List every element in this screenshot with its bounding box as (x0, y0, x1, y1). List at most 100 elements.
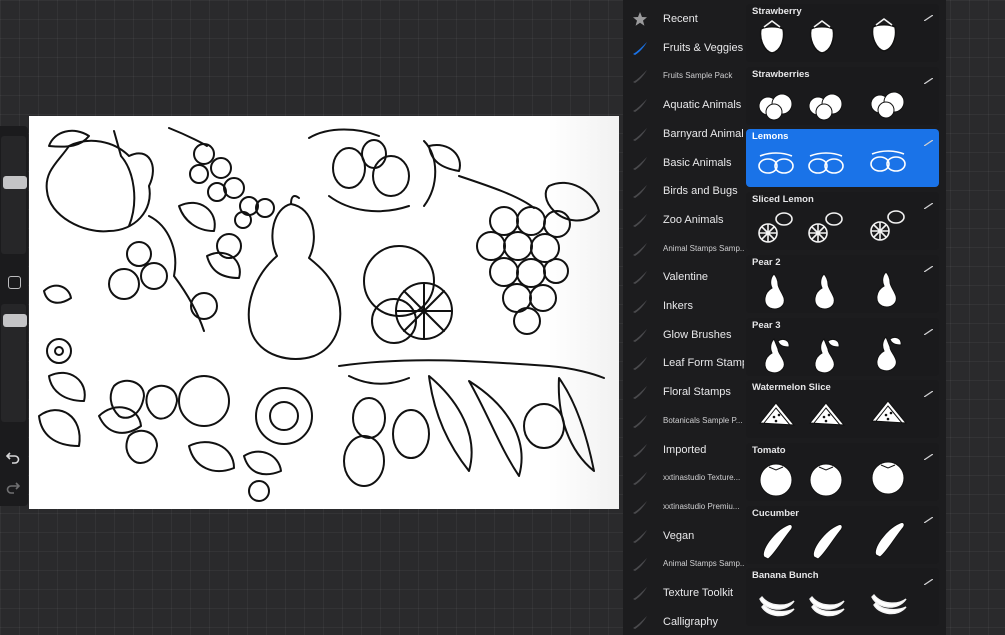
brush-set-label: Inkers (663, 300, 693, 312)
brush-set-item[interactable]: Recent (623, 5, 744, 33)
brush-set-item[interactable]: Fruits & Veggies (623, 34, 744, 62)
brush-stroke-icon (632, 126, 648, 142)
opacity-slider-thumb[interactable] (3, 314, 27, 327)
brush-set-item[interactable]: Barnyard Animals (623, 120, 744, 148)
brush-size-slider-track[interactable] (1, 136, 26, 254)
brush-stroke-icon (632, 97, 648, 113)
brush-stroke-icon (632, 327, 648, 343)
brush-set-item[interactable]: Birds and Bugs (623, 177, 744, 205)
brush-set-item[interactable]: Glow Brushes (623, 321, 744, 349)
brush-set-label: Valentine (663, 271, 709, 284)
undo-arrow-icon[interactable] (5, 450, 20, 466)
brush-stroke-icon (632, 155, 648, 171)
brush-size-slider-thumb[interactable] (3, 176, 27, 189)
brush-item[interactable]: Cucumber (746, 505, 939, 564)
brush-name: Cucumber (752, 507, 799, 519)
brush-stroke-icon (632, 269, 648, 285)
square-modify-icon[interactable] (8, 276, 21, 289)
brush-item[interactable]: Strawberry (746, 4, 939, 62)
brush-stroke-icon (923, 447, 934, 461)
brush-set-item[interactable]: Vegan (623, 522, 744, 550)
brush-set-label: Animal Stamps Samp... (663, 243, 744, 253)
brush-item[interactable]: Sliced Lemon (746, 192, 939, 251)
brush-set-item[interactable]: Floral Stamps (623, 378, 744, 406)
brush-set-label: Fruits & Veggies (663, 41, 744, 54)
brush-set-item[interactable]: Zoo Animals (623, 206, 744, 234)
brush-set-label: Imported (663, 443, 707, 456)
brush-stroke-icon (632, 40, 648, 56)
brush-set-item[interactable]: Basic Animals (623, 149, 744, 177)
brush-set-item[interactable]: Inkers (623, 292, 744, 320)
brush-set-label: Aquatic Animals (663, 99, 742, 112)
brush-name: Strawberries (752, 68, 810, 80)
brush-stroke-icon (632, 470, 648, 486)
brush-set-item[interactable]: Animal Stamps Samp... (623, 235, 744, 263)
brush-stroke-icon (923, 71, 934, 85)
brush-item[interactable]: Strawberries (746, 66, 939, 125)
brush-stroke-icon (632, 528, 648, 544)
brush-set-item[interactable]: Fruits Sample Pack (623, 62, 744, 90)
fruit-line-art (38, 127, 605, 502)
brush-item[interactable]: Tomato (746, 442, 939, 501)
brush-set-item[interactable]: Aquatic Animals (623, 91, 744, 119)
brush-name: Pear 3 (752, 319, 781, 331)
brush-stroke-icon (632, 499, 648, 515)
workspace-right-edge (946, 0, 1005, 635)
brush-stroke-icon (632, 68, 648, 84)
brushes-list: Strawberry Strawberries Lemons Sliced Lemon… (744, 0, 946, 635)
brush-set-label: xxtinastudio Premiu... (663, 501, 740, 511)
brush-set-item[interactable]: xxtinastudio Texture... (623, 464, 744, 492)
brush-name: Watermelon Slice (752, 382, 831, 394)
brush-stroke-icon (923, 8, 934, 22)
brush-set-item[interactable]: Imported (623, 436, 744, 464)
brush-stroke-icon (923, 384, 934, 398)
brush-set-label: Zoo Animals (663, 213, 724, 226)
brush-set-item[interactable]: Botanicals Sample P... (623, 407, 744, 435)
brush-set-label: Animal Stamps Samp... (663, 559, 744, 569)
brush-item[interactable]: Watermelon Slice (746, 380, 939, 439)
brush-stroke-icon (632, 384, 648, 400)
brush-stroke-icon (923, 259, 934, 273)
brush-set-label: Leaf Form Stamps (663, 357, 744, 370)
brush-item[interactable]: Pear 3 (746, 317, 939, 376)
brush-set-item[interactable]: Texture Toolkit (623, 579, 744, 607)
brush-stroke-icon (923, 322, 934, 336)
brush-name: Banana Bunch (752, 570, 819, 582)
brush-stroke-icon (632, 585, 648, 601)
sidebar-toolbar (0, 126, 28, 506)
brush-set-item[interactable]: xxtinastudio Premiu... (623, 493, 744, 521)
brush-name: Sliced Lemon (752, 194, 814, 206)
brush-stroke-icon (632, 413, 648, 429)
brush-stroke-icon (632, 355, 648, 371)
brush-set-label: Botanicals Sample P... (663, 415, 743, 425)
redo-arrow-icon[interactable] (6, 480, 21, 496)
brush-set-item[interactable]: Valentine (623, 263, 744, 291)
brush-set-item[interactable]: Calligraphy (623, 608, 744, 635)
brush-set-label: Calligraphy (663, 615, 719, 628)
star-icon (632, 11, 648, 27)
brush-set-label: Glow Brushes (663, 328, 732, 341)
brush-item[interactable]: Lemons (746, 129, 939, 188)
brush-stroke-icon (632, 298, 648, 314)
brush-set-label: xxtinastudio Texture... (663, 473, 741, 483)
brush-stroke-icon (632, 183, 648, 199)
brush-library-panel: Recent Fruits & Veggies Fruits Sample Pack… (623, 0, 946, 635)
brush-set-item[interactable]: Animal Stamps Samp... (623, 550, 744, 578)
drawing-canvas[interactable] (29, 116, 619, 509)
brush-name: Lemons (752, 131, 789, 143)
brush-set-label: Birds and Bugs (663, 185, 738, 198)
brush-stroke-icon (632, 442, 648, 458)
brush-name: Pear 2 (752, 256, 781, 268)
brush-stroke-icon (632, 241, 648, 257)
brush-item[interactable]: Pear 2 (746, 254, 939, 313)
brush-stroke-icon (923, 572, 934, 586)
brush-stroke-icon (923, 196, 934, 210)
brush-stroke-icon (632, 212, 648, 228)
brush-stroke-icon (632, 614, 648, 630)
brush-stroke-icon (923, 510, 934, 524)
brush-stroke-icon (632, 556, 648, 572)
brush-set-label: Texture Toolkit (663, 587, 734, 599)
brush-set-label: Vegan (663, 529, 695, 542)
brush-item[interactable]: Banana Bunch (746, 568, 939, 627)
brush-set-item[interactable]: Leaf Form Stamps (623, 349, 744, 377)
